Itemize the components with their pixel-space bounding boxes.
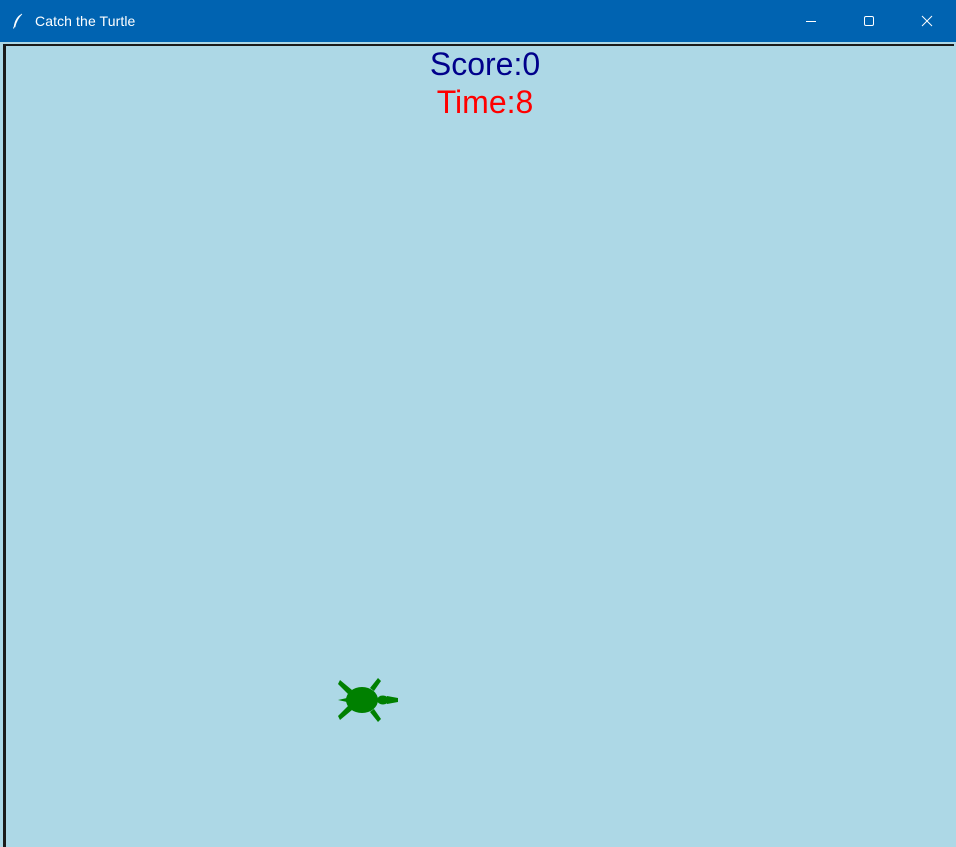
- maximize-icon: [864, 16, 874, 26]
- window-title: Catch the Turtle: [35, 13, 136, 29]
- app-window: Catch the Turtle Score:0 Time:8: [0, 0, 956, 847]
- feather-icon: [11, 13, 25, 29]
- close-button[interactable]: [898, 0, 956, 42]
- window-controls: [782, 0, 956, 42]
- game-canvas[interactable]: [3, 44, 954, 847]
- maximize-button[interactable]: [840, 0, 898, 42]
- score-label: Score:0: [429, 46, 541, 82]
- minimize-button[interactable]: [782, 0, 840, 42]
- close-icon: [921, 15, 933, 27]
- time-label: Time:8: [436, 84, 534, 120]
- minimize-icon: [806, 21, 816, 22]
- turtle-icon[interactable]: [336, 676, 402, 726]
- title-bar[interactable]: Catch the Turtle: [0, 0, 956, 42]
